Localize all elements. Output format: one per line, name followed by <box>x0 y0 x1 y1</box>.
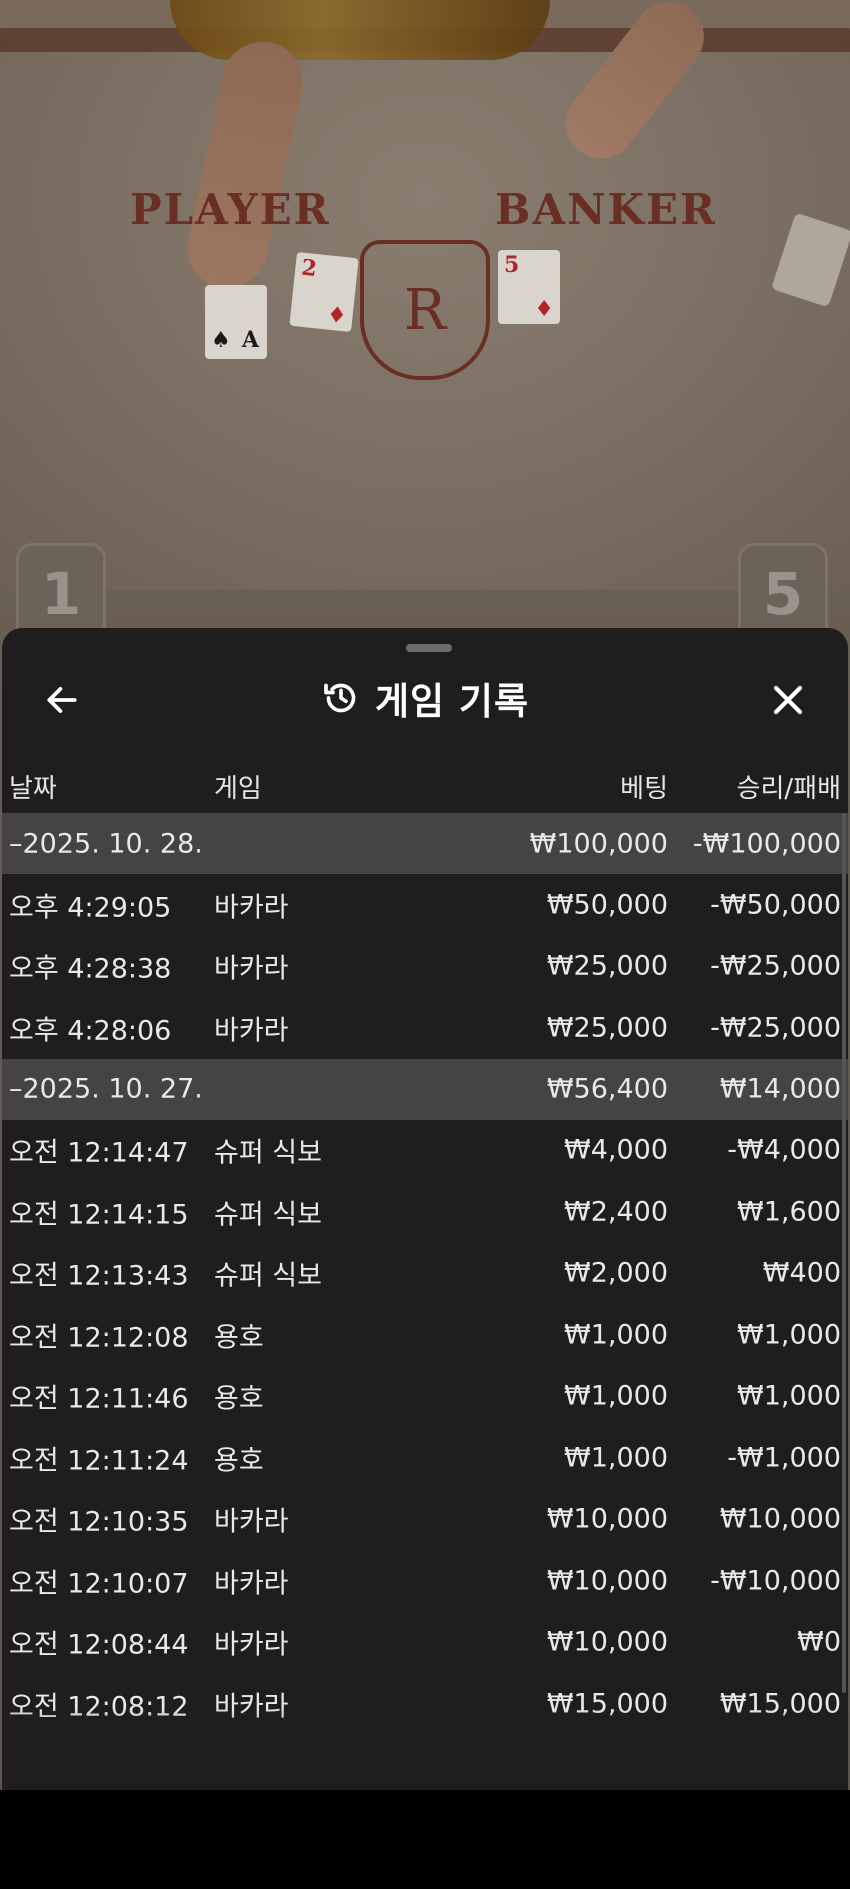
row-date: 오후 4:28:06 <box>9 1015 172 1047</box>
close-icon <box>773 685 803 715</box>
table-row: 오전 12:14:15 슈퍼 식보 ₩2,400 ₩1,600 <box>2 1181 848 1243</box>
row-bet: ₩2,400 <box>564 1196 668 1228</box>
row-date: –2025. 10. 27. <box>9 1073 203 1105</box>
table-row: 오전 12:12:08 용호 ₩1,000 ₩1,000 <box>2 1304 848 1366</box>
table-row: 오전 12:08:44 바카라 ₩10,000 ₩0 <box>2 1612 848 1674</box>
row-game: 용호 <box>214 1322 264 1354</box>
table-row: 오전 12:08:12 바카라 ₩15,000 ₩15,000 <box>2 1673 848 1735</box>
table-row: 오전 12:11:24 용호 ₩1,000 -₩1,000 <box>2 1427 848 1489</box>
row-date: –2025. 10. 28. <box>9 828 203 859</box>
row-win-loss: ₩14,000 <box>719 1073 841 1105</box>
row-win-loss: -₩50,000 <box>710 889 841 921</box>
row-game: 용호 <box>214 1445 264 1477</box>
player-card-1: ♠ A <box>205 285 267 359</box>
scrollbar[interactable] <box>842 813 846 1693</box>
row-game: 슈퍼 식보 <box>214 1260 322 1292</box>
row-bet: ₩25,000 <box>546 1012 668 1044</box>
row-bet: ₩1,000 <box>564 1319 668 1351</box>
column-win-loss: 승리/패배 <box>736 774 841 804</box>
row-date: 오후 4:28:38 <box>9 953 172 985</box>
row-date: 오후 4:29:05 <box>9 892 172 924</box>
banker-card-1: 5 ♦ <box>498 250 560 324</box>
game-history-sheet: 게임 기록 날짜 게임 베팅 승리/패배 –2025. 10. 28. ₩100,… <box>2 628 848 1790</box>
column-date: 날짜 <box>9 774 57 804</box>
row-bet: ₩25,000 <box>546 950 668 982</box>
row-game: 바카라 <box>214 1691 289 1723</box>
row-game: 바카라 <box>214 892 289 924</box>
table-row: 오전 12:10:35 바카라 ₩10,000 ₩10,000 <box>2 1489 848 1551</box>
row-win-loss: -₩10,000 <box>710 1565 841 1597</box>
row-date: 오전 12:14:47 <box>9 1137 189 1169</box>
row-date: 오전 12:12:08 <box>9 1322 189 1354</box>
row-win-loss: -₩25,000 <box>710 950 841 982</box>
row-win-loss: ₩1,600 <box>737 1196 841 1228</box>
column-game: 게임 <box>214 774 262 804</box>
row-win-loss: -₩4,000 <box>727 1134 841 1166</box>
row-game: 용호 <box>214 1383 264 1415</box>
row-game: 바카라 <box>214 1506 289 1538</box>
row-win-loss: -₩100,000 <box>692 828 841 859</box>
row-game: 바카라 <box>214 1629 289 1661</box>
player-card-2: 2 ♦ <box>289 251 359 333</box>
row-win-loss: ₩15,000 <box>719 1688 841 1720</box>
row-game: 바카라 <box>214 1015 289 1047</box>
row-bet: ₩15,000 <box>546 1688 668 1720</box>
table-row: 오전 12:10:07 바카라 ₩10,000 -₩10,000 <box>2 1550 848 1612</box>
row-date: 오전 12:14:15 <box>9 1199 189 1231</box>
table-row: 오전 12:11:46 용호 ₩1,000 ₩1,000 <box>2 1366 848 1428</box>
table-row: 오후 4:28:06 바카라 ₩25,000 -₩25,000 <box>2 997 848 1059</box>
row-bet: ₩4,000 <box>564 1134 668 1166</box>
row-bet: ₩100,000 <box>529 828 668 859</box>
row-game: 바카라 <box>214 953 289 985</box>
row-bet: ₩10,000 <box>546 1565 668 1597</box>
banker-area-label: BANKER <box>495 185 717 234</box>
history-table-body[interactable]: –2025. 10. 28. ₩100,000 -₩100,000 오후 4:29:0… <box>2 813 848 1735</box>
row-date: 오전 12:08:44 <box>9 1629 189 1661</box>
row-win-loss: -₩25,000 <box>710 1012 841 1044</box>
player-area-label: PLAYER <box>130 185 331 234</box>
row-win-loss: ₩10,000 <box>719 1503 841 1535</box>
row-game: 슈퍼 식보 <box>214 1137 322 1169</box>
row-date: 오전 12:11:46 <box>9 1383 189 1415</box>
row-bet: ₩56,400 <box>546 1073 668 1105</box>
row-bet: ₩10,000 <box>546 1503 668 1535</box>
row-date: 오전 12:10:35 <box>9 1506 189 1538</box>
row-game: 슈퍼 식보 <box>214 1199 322 1231</box>
royal-crest-logo: R <box>360 240 490 380</box>
row-win-loss: ₩0 <box>797 1626 841 1658</box>
row-bet: ₩50,000 <box>546 889 668 921</box>
table-row: 오전 12:14:47 슈퍼 식보 ₩4,000 -₩4,000 <box>2 1120 848 1182</box>
row-date: 오전 12:10:07 <box>9 1568 189 1600</box>
row-win-loss: ₩1,000 <box>737 1380 841 1412</box>
date-group-row[interactable]: –2025. 10. 28. ₩100,000 -₩100,000 <box>2 813 848 874</box>
row-game: 바카라 <box>214 1568 289 1600</box>
sheet-drag-handle[interactable] <box>406 644 452 652</box>
table-row: 오후 4:29:05 바카라 ₩50,000 -₩50,000 <box>2 874 848 936</box>
column-bet: 베팅 <box>620 774 668 804</box>
sheet-title: 게임 기록 <box>374 680 530 723</box>
row-bet: ₩10,000 <box>546 1626 668 1658</box>
row-date: 오전 12:08:12 <box>9 1691 189 1723</box>
history-icon <box>324 683 356 713</box>
row-win-loss: ₩400 <box>762 1257 841 1289</box>
row-date: 오전 12:11:24 <box>9 1445 189 1477</box>
back-button[interactable] <box>34 672 90 728</box>
dealer <box>170 0 550 60</box>
date-group-row[interactable]: –2025. 10. 27. ₩56,400 ₩14,000 <box>2 1058 848 1120</box>
table-row: 오후 4:28:38 바카라 ₩25,000 -₩25,000 <box>2 936 848 998</box>
row-bet: ₩2,000 <box>564 1257 668 1289</box>
row-win-loss: -₩1,000 <box>727 1442 841 1474</box>
row-win-loss: ₩1,000 <box>737 1319 841 1351</box>
sheet-header: 게임 기록 <box>2 668 848 728</box>
row-bet: ₩1,000 <box>564 1380 668 1412</box>
table-row: 오전 12:13:43 슈퍼 식보 ₩2,000 ₩400 <box>2 1243 848 1305</box>
close-button[interactable] <box>760 672 816 728</box>
history-table-header: 날짜 게임 베팅 승리/패배 <box>2 760 848 810</box>
arrow-left-icon <box>47 687 77 713</box>
row-date: 오전 12:13:43 <box>9 1260 189 1292</box>
row-bet: ₩1,000 <box>564 1442 668 1474</box>
